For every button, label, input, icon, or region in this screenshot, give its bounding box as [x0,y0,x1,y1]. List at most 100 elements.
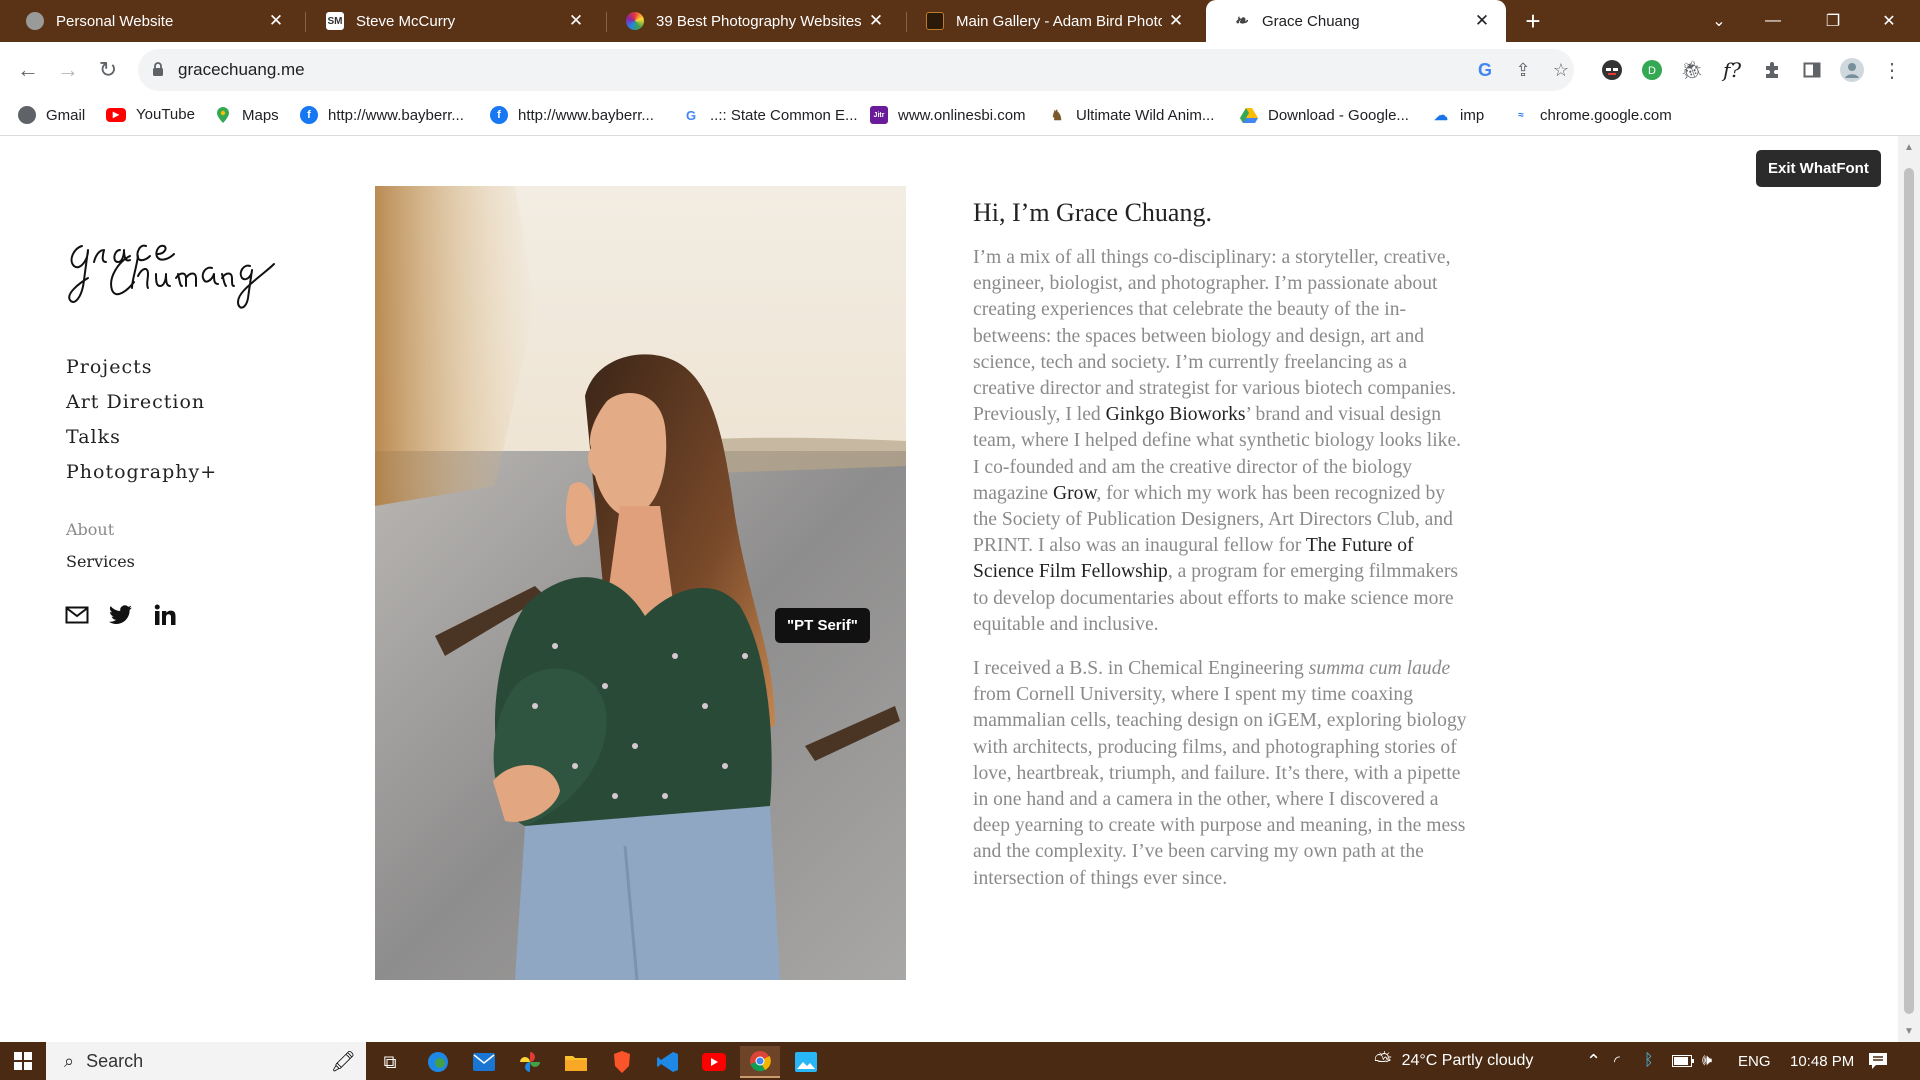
side-panel-icon[interactable] [1798,56,1826,84]
bookmark-label: YouTube [136,106,195,123]
close-icon[interactable]: ✕ [262,11,290,31]
bio-text: I’m a mix of all things co-disciplinary:… [973,247,1457,426]
nav-talks[interactable]: Talks [66,426,217,461]
show-hidden-icons-chevron[interactable]: ⌃ [1586,1042,1601,1080]
edge-icon[interactable] [418,1046,458,1078]
web-icon: ≈ [1518,109,1524,121]
volume-icon[interactable]: 🕪︎ [1702,1042,1712,1080]
twitter-icon[interactable] [108,602,134,628]
battery-icon[interactable] [1672,1042,1694,1080]
bookmark-onlinesbi[interactable]: Jitr www.onlinesbi.com [870,106,1026,124]
url-text: gracechuang.me [178,60,305,79]
forward-button[interactable]: → [52,54,84,86]
bookmark-maps[interactable]: Maps [214,106,279,124]
back-button[interactable]: ← [12,54,44,86]
share-icon[interactable]: ⇪ [1512,59,1534,81]
bookmark-chrome-google[interactable]: ≈ chrome.google.com [1512,106,1671,124]
scrollbar-thumb[interactable] [1904,168,1914,1014]
tab-grace-chuang[interactable]: ❧ Grace Chuang ✕ [1206,0,1506,42]
youtube-app-icon[interactable] [694,1046,734,1078]
photos-app-icon[interactable] [786,1046,826,1078]
extension-green-icon[interactable]: D [1638,56,1666,84]
vscode-icon[interactable] [648,1046,688,1078]
social-links [64,602,178,628]
close-window-button[interactable]: ✕ [1866,0,1912,42]
close-icon[interactable]: ✕ [1162,11,1190,31]
bookmark-label: www.onlinesbi.com [898,106,1026,124]
tab-steve-mccurry[interactable]: SM Steve McCurry ✕ [300,0,600,42]
browser-menu-icon[interactable]: ⋮ [1878,56,1906,84]
clock[interactable]: 10:48 PM [1790,1042,1854,1080]
language-indicator[interactable]: ENG [1738,1042,1771,1080]
bookmark-label: Maps [242,106,279,124]
bookmark-star-icon[interactable]: ☆ [1550,59,1572,81]
restore-button[interactable]: ❐ [1810,0,1856,42]
tab-best-photography-websites[interactable]: 39 Best Photography Websites in ✕ [600,0,900,42]
nav-services[interactable]: Services [66,552,217,584]
tab-personal-website[interactable]: Personal Website ✕ [0,0,300,42]
bookmark-youtube[interactable]: ▶ YouTube [106,106,195,123]
linkedin-icon[interactable] [152,602,178,628]
bio-text: I received a B.S. in Chemical Engineerin… [973,658,1309,680]
close-icon[interactable]: ✕ [1468,11,1496,31]
google-translate-icon[interactable]: G [1474,59,1496,81]
search-icon: ⌕ [64,1050,75,1071]
bookmark-bayberr-1[interactable]: f http://www.bayberr... [300,106,464,124]
extension-bug-icon[interactable]: 🐞︎ [1678,56,1706,84]
weather-widget[interactable]: ⛅︎ 24°C Partly cloudy [1374,1042,1533,1080]
bookmark-state-common[interactable]: G ..:: State Common E... [682,106,858,124]
photos-pinwheel-icon[interactable] [510,1046,550,1078]
address-bar[interactable]: gracechuang.me G ⇪ ☆ [138,49,1574,91]
link-ginkgo-bioworks[interactable]: Ginkgo Bioworks [1106,404,1246,425]
extensions-puzzle-icon[interactable] [1758,56,1786,84]
task-view-icon[interactable]: ⧉ [370,1046,410,1078]
mail-icon[interactable] [464,1046,504,1078]
sm-icon: SM [326,12,344,30]
email-icon[interactable] [64,602,90,628]
scroll-up-arrow[interactable]: ▲ [1904,142,1914,153]
tab-title: Steve McCurry [356,12,456,30]
globe-icon [18,106,36,124]
brave-browser-icon[interactable] [602,1046,642,1078]
wifi-icon[interactable]: ◜ [1614,1042,1620,1080]
link-grow[interactable]: Grow [1053,483,1096,504]
file-explorer-icon[interactable] [556,1046,596,1078]
extension-spy-icon[interactable] [1598,56,1626,84]
tab-title: Personal Website [56,12,174,30]
bookmark-label: http://www.bayberr... [328,106,464,124]
nav-photography[interactable]: Photography+ [66,461,217,496]
whatfont-extension-icon[interactable]: f? [1718,56,1746,84]
grace-chuang-logo[interactable] [60,216,280,326]
tab-adam-bird-gallery[interactable]: Main Gallery - Adam Bird Photog ✕ [900,0,1200,42]
bookmark-wild-animals[interactable]: ♞ Ultimate Wild Anim... [1048,106,1215,124]
nav-about[interactable]: About [66,520,217,552]
bio-section: Hi, I’m Grace Chuang. I’m a mix of all t… [973,198,1469,910]
profile-avatar[interactable] [1838,56,1866,84]
bio-paragraph-2: I received a B.S. in Chemical Engineerin… [973,656,1469,892]
taskbar-search-box[interactable]: ⌕ Search 🖍︎ [46,1042,366,1080]
nav-projects[interactable]: Projects [66,356,217,391]
exit-whatfont-button[interactable]: Exit WhatFont [1756,150,1881,187]
bookmark-google-download[interactable]: Download - Google... [1240,106,1409,124]
reload-button[interactable]: ↻ [92,54,124,86]
animal-icon: ♞ [1050,106,1064,123]
browser-toolbar: ← → ↻ gracechuang.me G ⇪ ☆ D 🐞︎ f? ⋮ [0,42,1920,98]
tab-search-button[interactable]: ⌄ [1696,0,1742,42]
close-icon[interactable]: ✕ [862,11,890,31]
new-tab-button[interactable]: + [1520,0,1546,42]
scroll-down-arrow[interactable]: ▼ [1904,1026,1914,1037]
close-icon[interactable]: ✕ [562,11,590,31]
page-scrollbar[interactable]: ▲ ▼ [1898,136,1920,1042]
bookmark-imp[interactable]: ☁ imp [1432,106,1484,124]
bookmark-gmail[interactable]: Gmail [18,106,85,124]
bio-text: from Cornell University, where I spent m… [973,684,1467,889]
bookmark-bayberr-2[interactable]: f http://www.bayberr... [490,106,654,124]
bluetooth-icon[interactable]: ᛒ [1644,1042,1654,1080]
google-icon: G [685,107,697,123]
chrome-taskbar-icon[interactable] [740,1046,780,1078]
minimize-button[interactable]: — [1750,0,1796,42]
windows-start-button[interactable] [0,1042,46,1080]
notifications-icon[interactable] [1868,1042,1888,1080]
nav-art-direction[interactable]: Art Direction [66,391,217,426]
bookmark-label: Ultimate Wild Anim... [1076,106,1215,124]
